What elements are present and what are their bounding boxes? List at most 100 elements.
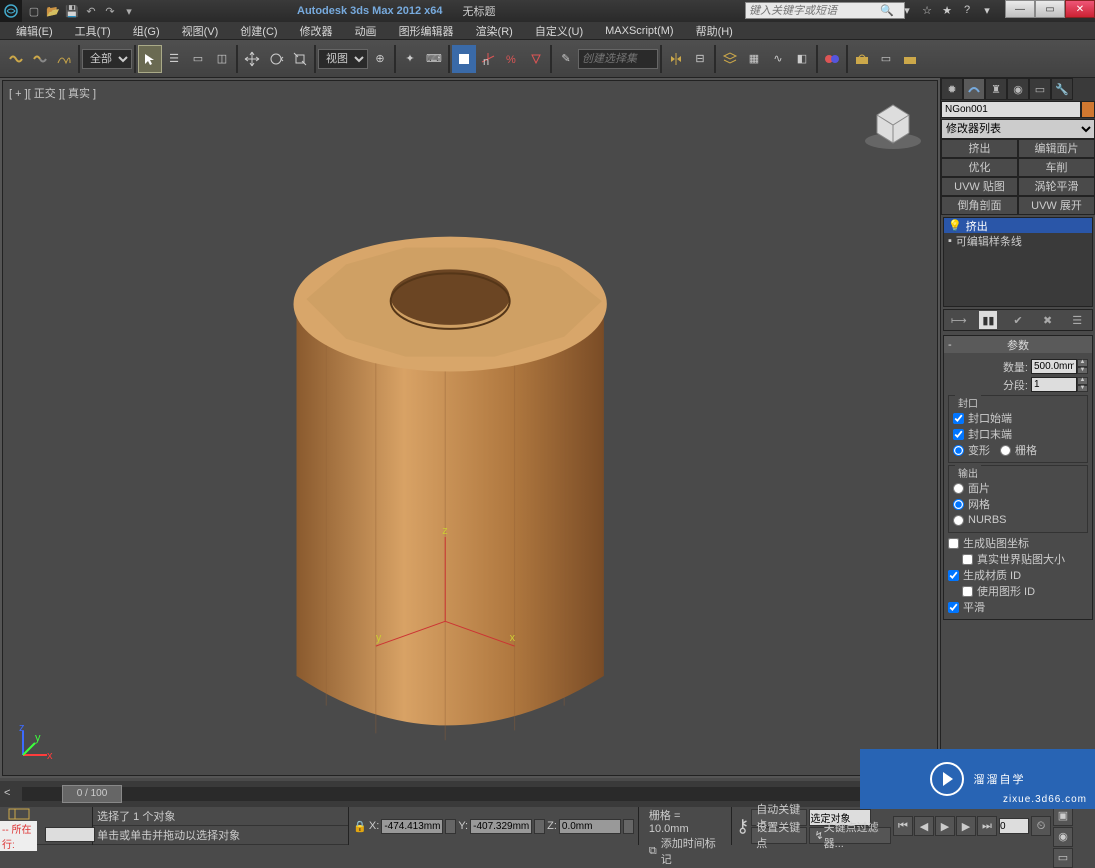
named-selection-set[interactable] xyxy=(578,49,658,69)
modbtn-lathe[interactable]: 车削 xyxy=(1018,158,1095,177)
menu-edit[interactable]: 编辑(E) xyxy=(6,22,63,40)
time-tag-icon[interactable]: ⧉ xyxy=(649,845,657,858)
link-icon[interactable] xyxy=(4,45,28,73)
modifier-stack[interactable]: 💡 挤出 ▪ 可编辑样条线 xyxy=(943,217,1093,307)
select-by-name-icon[interactable]: ☰ xyxy=(162,45,186,73)
modbtn-extrude[interactable]: 挤出 xyxy=(941,139,1018,158)
segments-field[interactable] xyxy=(1031,377,1077,392)
bind-space-warp-icon[interactable] xyxy=(52,45,76,73)
select-region-icon[interactable]: ▭ xyxy=(186,45,210,73)
snap-percent-icon[interactable]: % xyxy=(500,45,524,73)
y-field[interactable] xyxy=(470,819,532,834)
subscription-icon[interactable]: ▾ xyxy=(899,2,915,18)
menu-customize[interactable]: 自定义(U) xyxy=(525,22,593,40)
menu-animation[interactable]: 动画 xyxy=(345,22,387,40)
menu-tools[interactable]: 工具(T) xyxy=(65,22,121,40)
stack-editablespline[interactable]: ▪ 可编辑样条线 xyxy=(944,233,1092,248)
qat-dropdown-icon[interactable]: ▾ xyxy=(121,3,137,19)
viewcube[interactable] xyxy=(861,93,925,157)
render-icon[interactable] xyxy=(898,45,922,73)
key-filter-button[interactable]: ↯关键点过滤器... xyxy=(809,827,891,844)
object-name-field[interactable] xyxy=(941,101,1081,118)
configure-sets-icon[interactable]: ☰ xyxy=(1068,311,1086,329)
schematic-icon[interactable]: ◧ xyxy=(790,45,814,73)
show-end-result-icon[interactable]: ▮▮ xyxy=(979,311,997,329)
modbtn-turbosmooth[interactable]: 涡轮平滑 xyxy=(1018,177,1095,196)
spinner-snap-icon[interactable] xyxy=(524,45,548,73)
utilities-tab-icon[interactable]: 🔧 xyxy=(1051,78,1073,100)
modbtn-uvwmap[interactable]: UVW 贴图 xyxy=(941,177,1018,196)
app-icon[interactable] xyxy=(0,0,22,22)
z-field[interactable] xyxy=(559,819,621,834)
menu-help[interactable]: 帮助(H) xyxy=(686,22,743,40)
render-frame-icon[interactable]: ▭ xyxy=(874,45,898,73)
graphite-icon[interactable]: ▦ xyxy=(742,45,766,73)
menu-modifiers[interactable]: 修改器 xyxy=(290,22,343,40)
create-tab-icon[interactable]: ✹ xyxy=(941,78,963,100)
material-editor-icon[interactable] xyxy=(820,45,844,73)
select-manipulate-icon[interactable]: ✦ xyxy=(398,45,422,73)
minimize-button[interactable]: — xyxy=(1005,0,1035,18)
hierarchy-tab-icon[interactable]: ♜ xyxy=(985,78,1007,100)
smooth-checkbox[interactable] xyxy=(948,602,959,613)
time-config-icon[interactable]: ⏲ xyxy=(1031,816,1051,836)
key-icon[interactable]: ⚷ xyxy=(736,816,749,837)
coord-system[interactable]: 视图 xyxy=(318,49,368,69)
rotate-icon[interactable] xyxy=(264,45,288,73)
add-time-tag[interactable]: 添加时间标记 xyxy=(661,835,721,867)
favorite-icon[interactable]: ★ xyxy=(939,2,955,18)
spin-up-icon[interactable]: ▲ xyxy=(1077,377,1088,385)
undo-icon[interactable]: ↶ xyxy=(83,3,99,19)
time-slider-thumb[interactable]: 0 / 100 xyxy=(62,785,122,803)
modifier-list[interactable]: 修改器列表 xyxy=(941,119,1095,139)
max-viewport-icon[interactable]: ▭ xyxy=(1053,848,1073,868)
help-arrow-icon[interactable]: ▾ xyxy=(979,2,995,18)
x-field[interactable] xyxy=(381,819,443,834)
amount-field[interactable] xyxy=(1031,359,1077,374)
help-icon[interactable]: ? xyxy=(959,2,975,18)
play-icon[interactable]: ▶ xyxy=(935,816,955,836)
display-tab-icon[interactable]: ▭ xyxy=(1029,78,1051,100)
setkey-button[interactable]: 设置关键点 xyxy=(751,827,807,844)
grid-radio[interactable] xyxy=(1000,445,1011,456)
unlink-icon[interactable] xyxy=(28,45,52,73)
locate-input[interactable] xyxy=(45,827,95,842)
modify-tab-icon[interactable] xyxy=(963,78,985,100)
gen-map-checkbox[interactable] xyxy=(948,538,959,549)
render-setup-icon[interactable] xyxy=(850,45,874,73)
open-icon[interactable]: 📂 xyxy=(45,3,61,19)
prev-frame-icon[interactable]: ◀ xyxy=(914,816,934,836)
layer-manager-icon[interactable] xyxy=(718,45,742,73)
snap-2d-icon[interactable] xyxy=(452,45,476,73)
nurbs-radio[interactable] xyxy=(953,515,964,526)
goto-end-icon[interactable]: ⏭ xyxy=(977,816,997,836)
curve-editor-icon[interactable]: ∿ xyxy=(766,45,790,73)
search-go-icon[interactable]: 🔍 xyxy=(879,2,895,18)
save-icon[interactable]: 💾 xyxy=(64,3,80,19)
viewport[interactable]: [ + ][ 正交 ][ 真实 ] xyxy=(2,80,938,776)
motion-tab-icon[interactable]: ◉ xyxy=(1007,78,1029,100)
menu-graph[interactable]: 图形编辑器 xyxy=(389,22,464,40)
modbtn-bevelprofile[interactable]: 倒角剖面 xyxy=(941,196,1018,215)
maximize-button[interactable]: ▭ xyxy=(1035,0,1065,18)
menu-views[interactable]: 视图(V) xyxy=(172,22,229,40)
object-color-swatch[interactable] xyxy=(1081,101,1095,118)
modbtn-unwrap[interactable]: UVW 展开 xyxy=(1018,196,1095,215)
menu-render[interactable]: 渲染(R) xyxy=(466,22,523,40)
goto-start-icon[interactable]: ⏮ xyxy=(893,816,913,836)
new-icon[interactable]: ▢ xyxy=(26,3,42,19)
modbtn-optimize[interactable]: 优化 xyxy=(941,158,1018,177)
cap-end-checkbox[interactable] xyxy=(953,429,964,440)
current-frame-field[interactable] xyxy=(999,818,1029,834)
pivot-icon[interactable]: ⊕ xyxy=(368,45,392,73)
close-button[interactable]: ✕ xyxy=(1065,0,1095,18)
mesh-radio[interactable] xyxy=(953,499,964,510)
exchange-icon[interactable]: ☆ xyxy=(919,2,935,18)
edit-named-sets-icon[interactable]: ✎ xyxy=(554,45,578,73)
modbtn-editpatch[interactable]: 编辑面片 xyxy=(1018,139,1095,158)
patch-radio[interactable] xyxy=(953,483,964,494)
menu-group[interactable]: 组(G) xyxy=(123,22,170,40)
lock-icon[interactable]: 🔒 xyxy=(353,820,367,833)
spin-down-icon[interactable]: ▼ xyxy=(1077,385,1088,393)
timeline-left-icon[interactable]: < xyxy=(4,787,18,801)
